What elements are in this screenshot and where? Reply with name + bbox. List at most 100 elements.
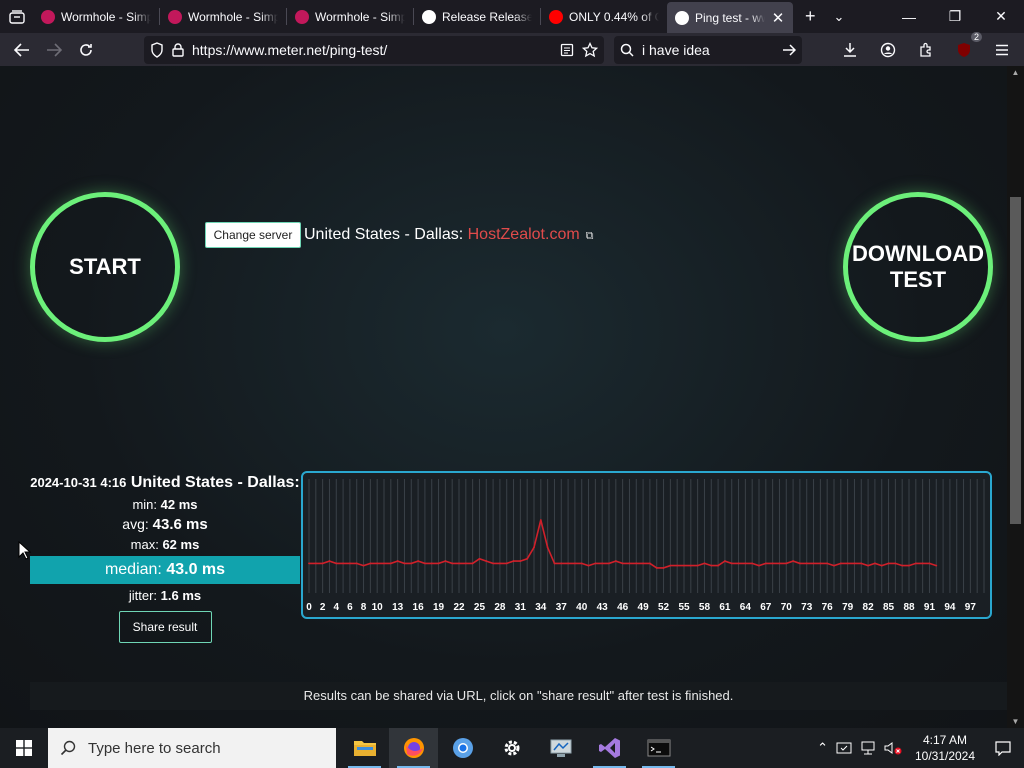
ping-data-point bbox=[860, 562, 863, 565]
tab-label: Ping test - www. bbox=[695, 10, 765, 25]
x-tick-label: 2 bbox=[320, 602, 326, 613]
ping-data-point bbox=[683, 564, 685, 567]
ping-data-point bbox=[826, 562, 829, 565]
result-datetime: 2024-10-31 4:16 bbox=[30, 475, 127, 490]
bookmark-star-icon[interactable] bbox=[582, 41, 598, 58]
tray-network-icon[interactable] bbox=[860, 741, 876, 755]
ping-data-point bbox=[546, 546, 549, 549]
x-tick-label: 58 bbox=[699, 602, 711, 613]
ping-data-point bbox=[478, 557, 481, 560]
search-input[interactable] bbox=[642, 41, 774, 58]
scroll-down-arrow-icon[interactable]: ▼ bbox=[1007, 717, 1024, 726]
ping-data-point bbox=[505, 562, 508, 565]
tray-overflow-chevron-icon[interactable]: ⌃ bbox=[817, 740, 828, 756]
ping-data-point bbox=[737, 562, 740, 565]
browser-tab[interactable]: Wormhole - Simple bbox=[160, 0, 286, 33]
browser-tab[interactable]: Release Release v bbox=[414, 0, 540, 33]
browser-tab[interactable]: Wormhole - Simple bbox=[287, 0, 413, 33]
close-window-button[interactable]: ✕ bbox=[978, 0, 1024, 33]
search-bar[interactable] bbox=[614, 35, 802, 64]
reload-button[interactable] bbox=[72, 36, 100, 64]
ping-data-point bbox=[662, 567, 665, 569]
server-host-link[interactable]: HostZealot.com bbox=[468, 226, 580, 243]
lock-icon[interactable] bbox=[172, 42, 184, 57]
taskbar-remote-desktop[interactable] bbox=[536, 728, 585, 768]
x-tick-label: 70 bbox=[781, 602, 793, 613]
ping-data-point bbox=[812, 562, 815, 565]
scrollbar-thumb[interactable] bbox=[1010, 197, 1021, 524]
x-tick-label: 19 bbox=[433, 602, 445, 613]
ping-data-point bbox=[908, 564, 910, 567]
taskbar-search-box[interactable]: Type here to search bbox=[48, 728, 336, 768]
account-button[interactable] bbox=[874, 36, 902, 64]
notification-center-button[interactable] bbox=[988, 740, 1018, 756]
external-link-icon[interactable]: ⧉ bbox=[586, 230, 594, 242]
scroll-up-arrow-icon[interactable]: ▲ bbox=[1007, 68, 1024, 77]
ping-data-point bbox=[655, 567, 658, 569]
extensions-button[interactable] bbox=[912, 36, 940, 64]
taskbar-visual-studio[interactable] bbox=[585, 728, 634, 768]
ping-data-point bbox=[928, 562, 931, 565]
ping-data-point bbox=[689, 564, 692, 567]
taskbar-terminal[interactable] bbox=[634, 728, 683, 768]
share-result-button[interactable]: Share result bbox=[118, 611, 212, 643]
taskbar-firefox[interactable] bbox=[389, 728, 438, 768]
search-go-arrow-icon[interactable] bbox=[782, 43, 796, 56]
ping-data-point bbox=[410, 562, 413, 565]
change-server-button[interactable]: Change server bbox=[205, 222, 301, 248]
download-test-button[interactable]: DOWNLOAD TEST bbox=[843, 192, 993, 342]
result-location: United States - Dallas: bbox=[130, 474, 300, 491]
x-tick-label: 73 bbox=[801, 602, 813, 613]
ping-data-point bbox=[526, 557, 529, 560]
ping-data-point bbox=[580, 562, 583, 565]
tab-list-button[interactable] bbox=[0, 0, 33, 33]
ping-data-point bbox=[492, 562, 494, 565]
ping-data-point bbox=[778, 562, 781, 565]
ping-data-point bbox=[567, 562, 569, 565]
reader-view-icon[interactable] bbox=[560, 43, 574, 57]
minimize-button[interactable]: — bbox=[886, 0, 932, 33]
ping-data-point bbox=[887, 562, 890, 565]
url-text[interactable]: https://www.meter.net/ping-test/ bbox=[192, 42, 552, 58]
tab-label: Release Release v bbox=[442, 9, 532, 24]
back-button[interactable] bbox=[8, 36, 36, 64]
downloads-button[interactable] bbox=[836, 36, 864, 64]
ping-data-point bbox=[349, 562, 351, 565]
tab-overflow-chevron-icon[interactable]: ⌄ bbox=[834, 9, 845, 25]
ping-data-point bbox=[355, 562, 358, 565]
shield-icon[interactable] bbox=[150, 41, 164, 58]
median-value: 43.0 ms bbox=[166, 561, 226, 578]
tray-security-icon[interactable] bbox=[836, 741, 852, 755]
tab-label: Wormhole - Simple bbox=[61, 9, 151, 24]
taskbar-chromium[interactable] bbox=[438, 728, 487, 768]
taskbar-clock[interactable]: 4:17 AM 10/31/2024 bbox=[910, 732, 980, 764]
start-button[interactable]: START bbox=[30, 192, 180, 342]
reload-icon bbox=[80, 43, 92, 56]
clock-date: 10/31/2024 bbox=[914, 749, 976, 763]
ublock-extension-button[interactable]: 2 bbox=[950, 31, 982, 64]
tab-favicon-icon bbox=[295, 9, 309, 24]
terminal-icon bbox=[647, 739, 670, 757]
address-bar[interactable]: https://www.meter.net/ping-test/ bbox=[144, 35, 604, 64]
close-tab-icon[interactable]: ✕ bbox=[771, 9, 785, 27]
ping-data-point bbox=[376, 562, 379, 565]
download-test-label: DOWNLOAD TEST bbox=[852, 240, 984, 292]
app-menu-button[interactable] bbox=[988, 36, 1016, 64]
taskbar-settings[interactable] bbox=[487, 728, 536, 768]
ping-data-point bbox=[314, 562, 317, 565]
tray-volume-muted-icon[interactable] bbox=[884, 741, 902, 755]
browser-tab[interactable]: Wormhole - Simple bbox=[33, 0, 159, 33]
tab-active[interactable]: Ping test - www. ✕ bbox=[667, 2, 793, 33]
browser-tab[interactable]: ONLY 0.44% of G bbox=[541, 0, 667, 33]
new-tab-button[interactable]: + bbox=[805, 6, 816, 27]
restore-button[interactable]: ❐ bbox=[932, 0, 978, 33]
windows-logo-icon bbox=[16, 740, 32, 756]
forward-button[interactable] bbox=[40, 36, 68, 64]
taskbar-file-explorer[interactable] bbox=[340, 728, 389, 768]
start-menu-button[interactable] bbox=[0, 728, 48, 768]
ping-data-point bbox=[669, 564, 672, 567]
taskbar-search-icon bbox=[60, 740, 76, 756]
ping-data-point bbox=[451, 562, 454, 565]
ping-data-point bbox=[771, 562, 774, 565]
page-scrollbar[interactable]: ▲ ▼ bbox=[1007, 66, 1024, 728]
